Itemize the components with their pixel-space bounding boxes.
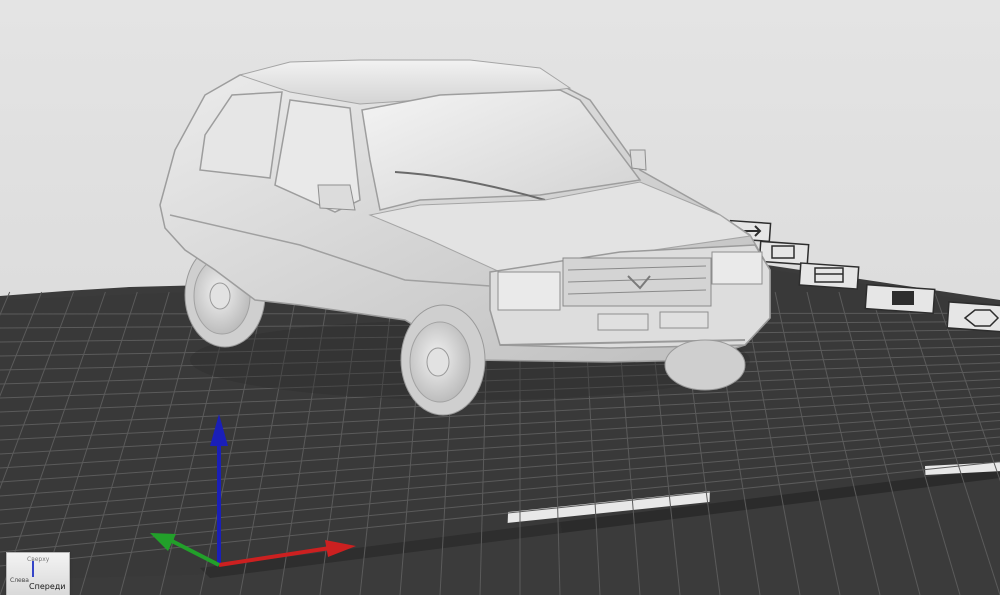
3d-viewport[interactable]: Сверху Слева Спереди xyxy=(0,0,1000,595)
front-right-wheel xyxy=(664,339,746,391)
grille xyxy=(562,257,712,307)
monitor-icon[interactable] xyxy=(758,240,810,266)
front-wheel xyxy=(400,304,486,416)
layout-icon[interactable] xyxy=(798,262,860,290)
view-cube-top-label[interactable]: Сверху xyxy=(27,556,49,563)
view-cube-front-label[interactable]: Спереди xyxy=(29,582,65,591)
rotate-icon[interactable] xyxy=(946,301,1000,333)
fill-icon[interactable] xyxy=(864,283,936,315)
view-cube-left-label[interactable]: Слева xyxy=(10,577,29,584)
car-model[interactable] xyxy=(159,59,771,416)
view-cube[interactable]: Сверху Слева Спереди xyxy=(6,552,70,595)
view-cube-axis-indicator xyxy=(32,561,34,577)
